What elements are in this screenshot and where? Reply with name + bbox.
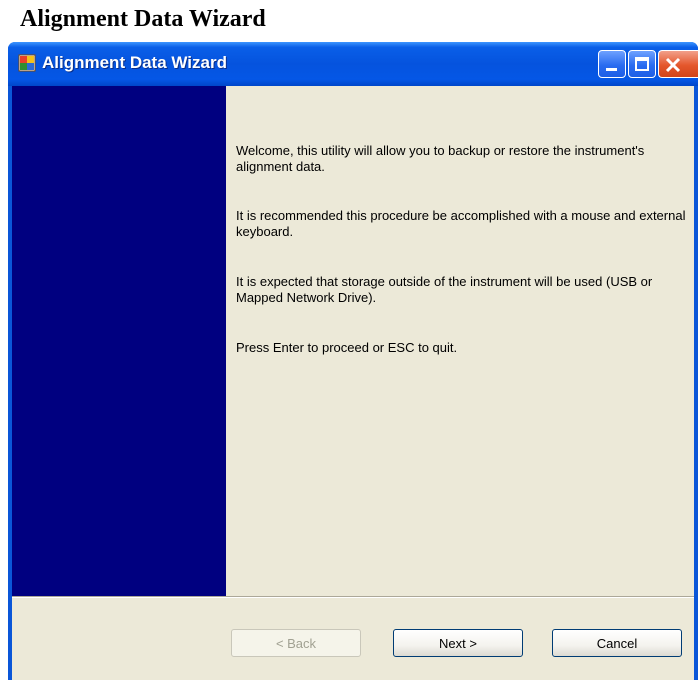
next-button[interactable]: Next >: [393, 629, 523, 657]
dialog-client-area: Welcome, this utility will allow you to …: [12, 86, 694, 680]
page-heading: Alignment Data Wizard: [20, 6, 266, 32]
maximize-icon: [635, 57, 649, 71]
close-icon: [665, 57, 681, 73]
cancel-button[interactable]: Cancel: [552, 629, 682, 657]
window-title: Alignment Data Wizard: [42, 53, 227, 72]
wizard-window: Alignment Data Wizard Welcome, this util…: [8, 42, 698, 680]
maximize-button[interactable]: [628, 50, 656, 78]
app-icon[interactable]: [18, 54, 36, 72]
wizard-content: Welcome, this utility will allow you to …: [226, 86, 694, 596]
wizard-side-panel: [12, 86, 226, 596]
welcome-text: Welcome, this utility will allow you to …: [236, 143, 645, 174]
minimize-icon: [606, 68, 617, 71]
storage-text: It is expected that storage outside of t…: [236, 274, 653, 305]
close-button[interactable]: [658, 50, 698, 78]
recommendation-text: It is recommended this procedure be acco…: [236, 208, 686, 239]
minimize-button[interactable]: [598, 50, 626, 78]
instruction-text: Press Enter to proceed or ESC to quit.: [236, 340, 458, 355]
button-area-separator: [12, 596, 694, 598]
title-bar[interactable]: Alignment Data Wizard: [8, 42, 698, 86]
back-button[interactable]: < Back: [231, 629, 361, 657]
